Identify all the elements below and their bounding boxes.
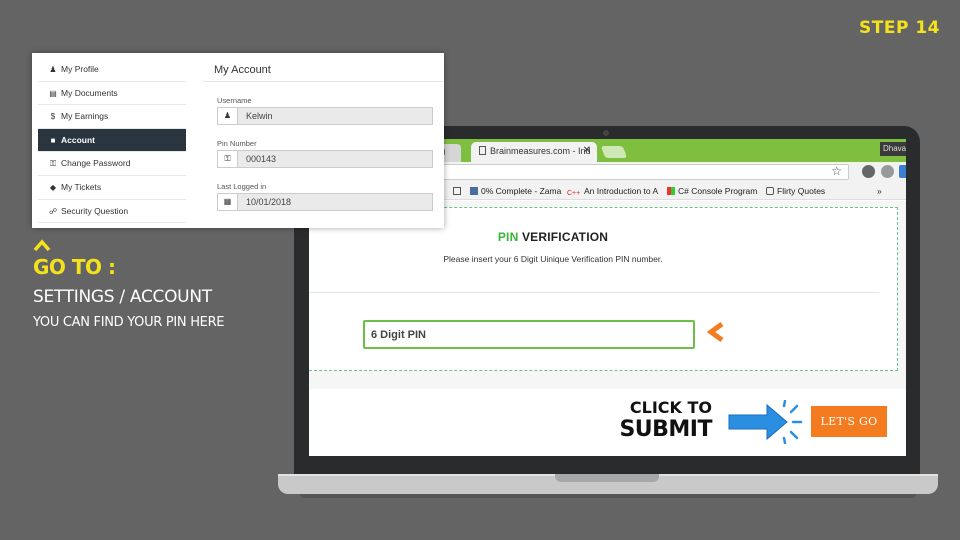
menu-item-my-earnings[interactable]: $ My Earnings — [38, 105, 186, 129]
camera-dot — [603, 130, 609, 136]
last-logged-label: Last Logged in — [217, 182, 267, 191]
bookmark-item[interactable]: 0% Complete - Zama — [470, 186, 561, 196]
new-tab-button[interactable] — [600, 146, 628, 158]
ticket-icon: ◆ — [49, 182, 57, 192]
username-field: ♟ Kelwin — [217, 107, 433, 125]
dollar-icon: $ — [50, 112, 56, 122]
arrow-right-icon — [728, 400, 803, 444]
page-subtitle: Please insert your 6 Digit Uinique Verif… — [443, 254, 663, 264]
address-bar[interactable]: ☆ — [439, 164, 849, 180]
bookmark-item[interactable]: Flirty Quotes — [766, 186, 825, 196]
bookmark-favicon-icon — [766, 187, 774, 195]
settings-path: SETTINGS / ACCOUNT — [33, 287, 212, 307]
page-icon — [453, 187, 461, 195]
lock-icon: ■ — [50, 135, 56, 145]
bookmark-favicon-icon — [470, 187, 478, 195]
bookmark-item[interactable]: C# Console Program — [667, 186, 757, 196]
divider — [309, 292, 879, 293]
insert-pin-callout: INSERT PIN NUMBER — [736, 310, 855, 351]
profile-label[interactable]: Dhava — [880, 142, 906, 156]
bookmark-folder[interactable] — [453, 186, 464, 196]
laptop-shadow — [300, 494, 916, 498]
goto-heading: GO TO : — [33, 255, 116, 279]
bookmark-item[interactable]: C++ An Introduction to A — [567, 186, 658, 198]
star-icon[interactable]: ☆ — [831, 164, 842, 178]
key-icon: ⚿ — [218, 151, 238, 167]
page-title: PIN VERIFICATION — [497, 230, 609, 244]
headset-icon: ☍ — [48, 206, 58, 216]
laptop-notch — [555, 474, 659, 482]
document-icon: ▤ — [49, 88, 57, 98]
user-icon: ♟ — [49, 65, 57, 74]
account-content: My Account Username ♟ Kelwin Pin Number … — [203, 58, 443, 211]
step-label: STEP 14 — [859, 18, 940, 38]
bookmark-favicon-icon — [667, 187, 675, 195]
pin-hint: YOU CAN FIND YOUR PIN HERE — [33, 315, 225, 330]
bookmark-favicon-icon: C++ — [567, 190, 581, 197]
key-icon: ⚿ — [49, 159, 57, 169]
pin-number-label: Pin Number — [217, 139, 257, 148]
instructions: GO TO : SETTINGS / ACCOUNT YOU CAN FIND … — [33, 238, 225, 330]
menu-item-my-tickets[interactable]: ◆ My Tickets — [38, 175, 186, 200]
account-title: My Account — [203, 58, 443, 82]
menu-item-my-documents[interactable]: ▤ My Documents — [38, 81, 186, 106]
account-settings-panel: ♟ My Profile ▤ My Documents $ My Earnings ■… — [32, 53, 444, 228]
menu-item-change-password[interactable]: ⚿ Change Password — [38, 152, 186, 176]
tab-title: Brainmeasures.com - Ind — [490, 146, 591, 156]
username-label: Username — [217, 96, 252, 105]
download-icon[interactable] — [881, 165, 894, 178]
pin-input[interactable]: 6 Digit PIN — [363, 320, 695, 349]
lets-go-button[interactable]: LET'S GO — [811, 406, 887, 437]
close-tab-icon[interactable]: ✕ — [583, 145, 591, 156]
extension-icon[interactable] — [899, 165, 906, 178]
chevron-up-icon — [33, 239, 51, 252]
menu-item-my-profile[interactable]: ♟ My Profile — [38, 58, 186, 82]
chevron-left-icon — [706, 322, 724, 342]
settings-menu: ♟ My Profile ▤ My Documents $ My Earnings ■… — [38, 58, 186, 224]
pin-number-field: ⚿ 000143 — [217, 150, 433, 168]
menu-item-account[interactable]: ■ Account — [38, 128, 186, 153]
page-icon — [479, 146, 486, 155]
menu-item-security-question[interactable]: ☍ Security Question — [38, 199, 186, 224]
last-logged-field: ▦ 10/01/2018 — [217, 193, 433, 211]
user-icon: ♟ — [218, 108, 238, 124]
bookmarks-more-icon[interactable]: » — [877, 186, 882, 196]
tab-brainmeasures[interactable]: Brainmeasures.com - Ind ✕ — [471, 142, 597, 162]
calendar-icon: ▦ — [218, 194, 238, 210]
click-submit-callout: CLICK TO SUBMIT — [619, 398, 712, 442]
extension-icon[interactable] — [862, 165, 875, 178]
